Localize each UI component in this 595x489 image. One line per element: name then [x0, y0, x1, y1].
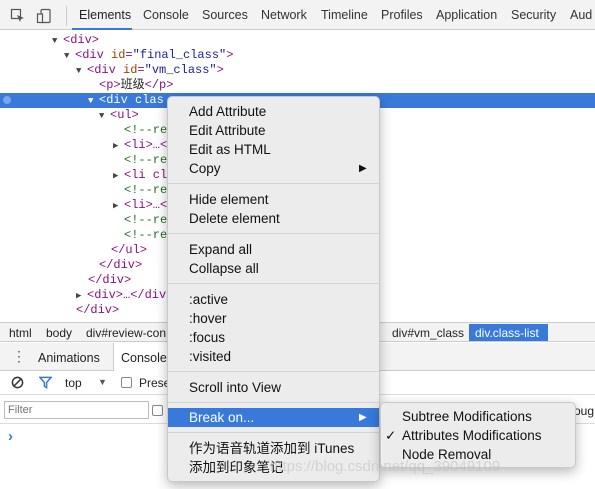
toolbar-divider	[66, 6, 67, 26]
tree-node-li[interactable]: ▶ <li cl	[113, 168, 167, 183]
menu-item-state-focus[interactable]: :focus	[168, 328, 379, 347]
filter-row-text: oug	[574, 404, 595, 418]
menu-item-add-attribute[interactable]: Add Attribute	[168, 102, 379, 121]
tab-network[interactable]: Network	[261, 8, 307, 22]
menu-separator	[168, 402, 379, 403]
tree-node-class-list[interactable]: ▼ <div clas	[88, 93, 164, 108]
tree-comment[interactable]: <!--re	[124, 213, 167, 228]
menu-separator	[168, 233, 379, 234]
collapsed-triangle-icon[interactable]: ▶	[113, 199, 124, 214]
device-mode-icon[interactable]	[36, 8, 52, 24]
tree-comment[interactable]: <!--re	[124, 228, 167, 243]
tree-node-ul[interactable]: ▼ <ul>	[99, 108, 139, 123]
preserve-log-label: Prese	[139, 376, 171, 390]
tree-node-div[interactable]: ▼ <div>	[52, 33, 99, 48]
tab-elements[interactable]: Elements	[79, 8, 131, 22]
tree-node-p[interactable]: <p>班级</p>	[99, 78, 173, 93]
menu-item-hide-element[interactable]: Hide element	[168, 190, 379, 209]
breadcrumb-item[interactable]: html	[9, 326, 32, 340]
more-vertical-icon[interactable]: ⋮	[12, 349, 26, 363]
menu-item-edit-attribute[interactable]: Edit Attribute	[168, 121, 379, 140]
context-menu: Add Attribute Edit Attribute Edit as HTM…	[167, 96, 380, 482]
tree-close-ul[interactable]: </ul>	[111, 243, 147, 258]
inspect-cursor-icon[interactable]	[10, 8, 26, 24]
tab-application[interactable]: Application	[436, 8, 497, 22]
breadcrumb-item[interactable]: div#vm_class	[392, 326, 464, 340]
preserve-log-checkbox[interactable]	[121, 377, 132, 388]
dropdown-triangle-icon[interactable]: ▼	[98, 377, 107, 387]
filter-funnel-icon[interactable]	[39, 376, 52, 389]
breadcrumb-item[interactable]: body	[46, 326, 72, 340]
tree-node-final-class[interactable]: ▼ <div id="final_class">	[64, 48, 233, 63]
expand-triangle-icon[interactable]: ▼	[64, 49, 75, 64]
submenu-item-subtree-modifications[interactable]: Subtree Modifications	[381, 407, 575, 426]
menu-item-state-visited[interactable]: :visited	[168, 347, 379, 366]
tree-comment[interactable]: <!--re	[124, 183, 167, 198]
checkmark-icon: ✓	[385, 428, 397, 443]
context-selector[interactable]: top	[65, 376, 82, 390]
expand-triangle-icon[interactable]: ▼	[99, 109, 110, 124]
tree-close-div[interactable]: </div>	[88, 273, 131, 288]
menu-item-state-active[interactable]: :active	[168, 290, 379, 309]
tree-node-vm-class[interactable]: ▼ <div id="vm_class">	[76, 63, 224, 78]
console-prompt-icon[interactable]: ›	[8, 428, 13, 445]
menu-item-break-on[interactable]: Break on... ▶	[168, 408, 379, 427]
breadcrumb-item-active[interactable]: div.class-list	[475, 326, 539, 340]
menu-item-expand-all[interactable]: Expand all	[168, 240, 379, 259]
tab-profiles[interactable]: Profiles	[381, 8, 423, 22]
menu-item-scroll-into-view[interactable]: Scroll into View	[168, 378, 379, 397]
tab-console[interactable]: Console	[143, 8, 189, 22]
menu-separator	[168, 183, 379, 184]
breadcrumb-item[interactable]: div#review-con	[86, 326, 166, 340]
tab-audits[interactable]: Aud	[570, 8, 592, 22]
tree-node-div-collapsed[interactable]: ▶ <div>…</div>	[76, 288, 173, 303]
tab-security[interactable]: Security	[511, 8, 556, 22]
tab-console-drawer[interactable]: Console	[121, 351, 167, 365]
menu-item-state-hover[interactable]: :hover	[168, 309, 379, 328]
menu-separator	[168, 371, 379, 372]
menu-separator	[168, 283, 379, 284]
menu-item-copy[interactable]: Copy ▶	[168, 159, 379, 178]
console-filter-input[interactable]	[4, 401, 149, 419]
expand-triangle-icon[interactable]: ▼	[52, 34, 63, 49]
menu-separator	[168, 432, 379, 433]
tab-timeline[interactable]: Timeline	[321, 8, 368, 22]
watermark-text: https://blog.csdn.net/qq_39049109	[270, 458, 501, 475]
collapsed-triangle-icon[interactable]: ▶	[113, 139, 124, 154]
tree-comment[interactable]: <!--re	[124, 123, 167, 138]
tree-close-div[interactable]: </div>	[76, 303, 119, 318]
submenu-arrow-icon: ▶	[359, 412, 367, 423]
tab-animations[interactable]: Animations	[38, 351, 100, 365]
submenu-item-attributes-modifications[interactable]: ✓ Attributes Modifications	[381, 426, 575, 445]
collapsed-triangle-icon[interactable]: ▶	[113, 169, 124, 184]
submenu-arrow-icon: ▶	[359, 163, 367, 174]
collapsed-triangle-icon[interactable]: ▶	[76, 289, 87, 304]
tree-node-li[interactable]: ▶ <li>…<	[113, 138, 167, 153]
menu-item-edit-as-html[interactable]: Edit as HTML	[168, 140, 379, 159]
tree-close-div[interactable]: </div>	[99, 258, 142, 273]
tree-node-li[interactable]: ▶ <li>…<	[113, 198, 167, 213]
devtools-toolbar: Elements Console Sources Network Timelin…	[0, 0, 595, 30]
expand-triangle-icon[interactable]: ▼	[76, 64, 87, 79]
tab-sources[interactable]: Sources	[202, 8, 248, 22]
tree-comment[interactable]: <!--re	[124, 153, 167, 168]
clear-console-icon[interactable]	[11, 376, 24, 389]
expand-triangle-icon[interactable]: ▼	[88, 94, 99, 109]
menu-item-collapse-all[interactable]: Collapse all	[168, 259, 379, 278]
selected-node-dot	[3, 96, 11, 104]
regex-checkbox[interactable]	[152, 405, 163, 416]
menu-item-add-to-itunes[interactable]: 作为语音轨道添加到 iTunes	[168, 439, 379, 458]
menu-item-delete-element[interactable]: Delete element	[168, 209, 379, 228]
